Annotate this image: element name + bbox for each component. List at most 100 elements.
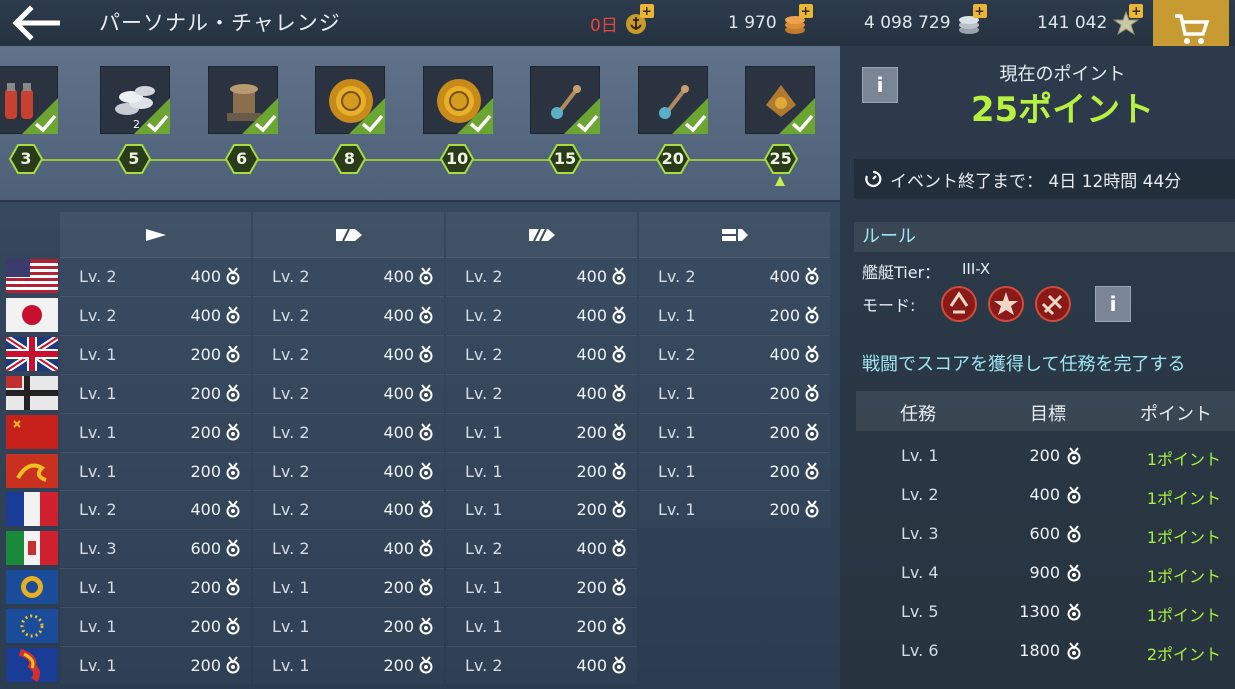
table-cell[interactable]: Lv. 1 200 <box>446 490 637 528</box>
reward-item[interactable] <box>0 66 58 134</box>
cell-level: Lv. 1 <box>79 344 117 364</box>
cell-points: 400 <box>383 267 414 286</box>
table-cell[interactable]: Lv. 2 400 <box>639 334 830 373</box>
free-xp-counter[interactable]: 141 042 + <box>1037 4 1144 36</box>
table-cell[interactable]: Lv. 2 400 <box>253 451 444 490</box>
table-cell[interactable]: Lv. 2 400 <box>446 529 637 567</box>
flag-italy-icon <box>6 531 58 566</box>
mission-level: Lv. 5 <box>901 602 939 621</box>
table-cell[interactable]: Lv. 1 200 <box>446 412 637 451</box>
table-cell[interactable]: Lv. 2 400 <box>253 373 444 412</box>
table-row: Lv. 1 200 Lv. 2 400 Lv. 2 400 Lv. 1 200 <box>0 373 830 412</box>
cell-points: 200 <box>576 422 607 442</box>
table-cell[interactable]: Lv. 1 200 <box>60 451 251 490</box>
mission-row: Lv. 1 200 1ポイント <box>856 437 1235 476</box>
medal-icon <box>225 578 241 600</box>
credits-counter[interactable]: 4 098 729 + <box>864 4 987 36</box>
ranked-battle-icon[interactable] <box>988 286 1024 322</box>
tier-value: III-X <box>962 260 991 278</box>
table-cell[interactable]: Lv. 1 200 <box>60 646 251 684</box>
table-cell[interactable]: Lv. 1 200 <box>253 607 444 645</box>
mode-info-button[interactable]: i <box>1095 286 1131 322</box>
table-cell[interactable]: Lv. 1 200 <box>639 451 830 490</box>
nation-class-table: Lv. 2 400 Lv. 2 400 Lv. 2 400 Lv. 2 400 Lv. 2 400… <box>0 204 840 689</box>
cruiser-class-icon <box>335 228 362 242</box>
header-target: 目標 <box>1030 404 1066 425</box>
reward-item[interactable] <box>530 66 600 134</box>
medal-icon <box>418 500 434 522</box>
cell-points: 200 <box>769 461 800 481</box>
milestone-value: 10 <box>446 149 469 168</box>
header-mission: 任務 <box>900 404 936 425</box>
medal-icon <box>418 656 434 678</box>
event-timer-text: イベント終了まで： 4日 12時間 44分 <box>890 171 1182 192</box>
medal-icon <box>225 461 241 484</box>
cell-points: 400 <box>576 656 607 675</box>
medal-icon <box>225 384 241 406</box>
doubloons-counter[interactable]: 1 970 + <box>728 4 813 36</box>
table-cell[interactable]: Lv. 1 200 <box>639 490 830 528</box>
table-cell[interactable]: Lv. 1 200 <box>60 607 251 645</box>
medal-icon <box>1066 603 1082 625</box>
table-cell[interactable]: Lv. 1 200 <box>60 568 251 606</box>
table-cell[interactable]: Lv. 1 200 <box>60 334 251 373</box>
table-cell[interactable]: Lv. 1 200 <box>639 295 830 334</box>
reward-item[interactable] <box>207 66 278 134</box>
table-cell[interactable]: Lv. 1 200 <box>446 451 637 490</box>
table-cell[interactable]: Lv. 1 200 <box>253 568 444 606</box>
milestone-badge: 10 <box>440 144 475 174</box>
table-cell[interactable]: Lv. 2 400 <box>639 257 830 295</box>
cell-points: 200 <box>769 383 800 403</box>
table-cell[interactable]: Lv. 2 400 <box>60 257 251 295</box>
cell-points: 200 <box>576 500 607 520</box>
table-cell[interactable]: Lv. 2 400 <box>253 490 444 528</box>
back-button[interactable] <box>10 4 64 42</box>
table-cell[interactable]: Lv. 2 400 <box>446 295 637 334</box>
cell-points: 400 <box>576 305 607 325</box>
table-cell[interactable]: Lv. 2 400 <box>60 295 251 334</box>
table-cell[interactable]: Lv. 1 200 <box>60 412 251 451</box>
table-cell[interactable]: Lv. 2 400 <box>60 490 251 528</box>
reward-item[interactable] <box>422 66 493 134</box>
table-cell[interactable]: Lv. 2 400 <box>446 257 637 295</box>
reward-item[interactable]: 2 <box>100 66 170 134</box>
cell-level: Lv. 2 <box>272 500 310 520</box>
random-battle-icon[interactable] <box>941 286 977 322</box>
medal-icon <box>418 345 434 367</box>
operations-icon[interactable] <box>1035 286 1071 322</box>
table-cell[interactable]: Lv. 2 400 <box>446 334 637 373</box>
cell-level: Lv. 2 <box>465 539 503 559</box>
flag-germany-icon <box>6 375 58 410</box>
table-cell[interactable]: Lv. 1 200 <box>639 412 830 451</box>
table-cell[interactable]: Lv. 2 400 <box>253 529 444 567</box>
cell-points: 200 <box>383 617 414 637</box>
column-carrier <box>639 212 830 258</box>
table-cell[interactable]: Lv. 2 400 <box>253 257 444 295</box>
reward-item[interactable] <box>315 66 385 134</box>
table-cell[interactable]: Lv. 1 200 <box>446 568 637 606</box>
cell-points: 200 <box>576 578 607 598</box>
table-cell[interactable]: Lv. 3 600 <box>60 529 251 567</box>
cell-level: Lv. 2 <box>272 461 310 481</box>
table-cell[interactable]: Lv. 1 200 <box>60 373 251 412</box>
table-cell[interactable]: Lv. 2 400 <box>446 373 637 412</box>
premium-days-counter[interactable]: 0日 + <box>590 4 654 36</box>
table-cell[interactable]: Lv. 2 400 <box>253 412 444 451</box>
cell-level: Lv. 2 <box>272 422 310 442</box>
medal-icon <box>1066 486 1082 508</box>
reward-item[interactable] <box>745 66 815 134</box>
table-cell[interactable]: Lv. 1 200 <box>446 607 637 645</box>
flag-usa-icon <box>6 259 58 293</box>
cell-points: 400 <box>383 539 414 559</box>
table-cell[interactable]: Lv. 2 400 <box>253 334 444 373</box>
checkmark-icon <box>456 98 493 134</box>
medal-icon <box>611 345 627 367</box>
reward-item[interactable] <box>637 66 708 134</box>
table-cell[interactable]: Lv. 1 200 <box>253 646 444 684</box>
table-cell[interactable]: Lv. 2 400 <box>446 646 637 684</box>
table-cell[interactable]: Lv. 2 400 <box>253 295 444 334</box>
milestone-value: 3 <box>20 149 32 168</box>
cell-level: Lv. 1 <box>79 656 117 675</box>
tier-label: 艦艇Tier： <box>862 263 941 282</box>
table-cell[interactable]: Lv. 1 200 <box>639 373 830 412</box>
